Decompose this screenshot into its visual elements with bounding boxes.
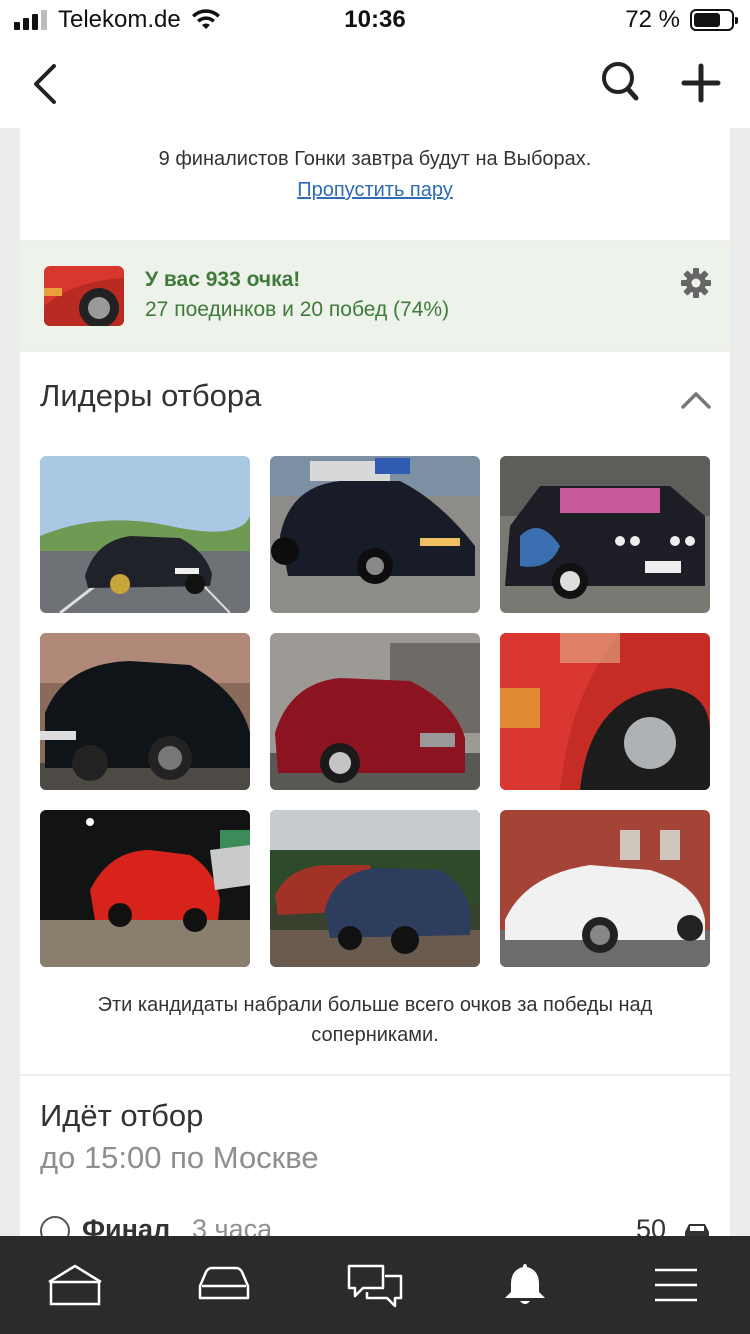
skip-pair-link[interactable]: Пропустить пару (297, 179, 453, 201)
search-button[interactable] (596, 58, 646, 108)
battery-icon (690, 9, 738, 31)
tab-menu[interactable] (645, 1262, 705, 1308)
collapse-button[interactable] (680, 388, 712, 412)
car-icon (198, 1266, 250, 1300)
leaders-title: Лидеры отбора (40, 378, 262, 413)
intro-text: 9 финалистов Гонки завтра будут на Выбор… (158, 148, 592, 170)
status-bar: Telekom.de 10:36 72 % (0, 0, 750, 40)
intro-card: 9 финалистов Гонки завтра будут на Выбор… (20, 128, 730, 240)
gear-icon (681, 268, 711, 298)
chevron-up-icon (681, 392, 711, 409)
leaders-card: Лидеры отбора Эти кандидаты набрали боль… (20, 352, 730, 1074)
score-card: У вас 933 очка! 27 поединков и 20 побед … (20, 241, 730, 351)
leader-car-6[interactable] (500, 633, 710, 790)
add-button[interactable] (676, 58, 726, 108)
chevron-left-icon (34, 64, 56, 104)
leader-car-2[interactable] (270, 456, 480, 613)
tab-garage[interactable] (194, 1262, 254, 1308)
leader-car-1[interactable] (40, 456, 250, 613)
score-title: У вас 933 очка! (145, 268, 301, 291)
tab-home[interactable] (45, 1262, 105, 1308)
chat-icon (347, 1264, 403, 1308)
score-subtitle: 27 поединков и 20 побед (74%) (145, 298, 450, 321)
settings-button[interactable] (680, 267, 712, 299)
menu-icon (655, 1268, 697, 1302)
status-right: 72 % (625, 6, 738, 34)
leader-car-4[interactable] (40, 633, 250, 790)
leaders-note: Эти кандидаты набрали больше всего очков… (97, 994, 653, 1046)
voting-deadline: до 15:00 по Москве (40, 1140, 319, 1175)
leader-car-7[interactable] (40, 810, 250, 967)
tab-notifications[interactable] (495, 1262, 555, 1308)
nav-bar (0, 40, 750, 128)
back-button[interactable] (22, 58, 70, 110)
leader-car-3[interactable] (500, 456, 710, 613)
leader-car-9[interactable] (500, 810, 710, 967)
leader-car-8[interactable] (270, 810, 480, 967)
bell-icon (505, 1264, 545, 1304)
voting-title: Идёт отбор (40, 1098, 204, 1133)
tab-bar (0, 1236, 750, 1334)
leader-car-5[interactable] (270, 633, 480, 790)
battery-percent: 72 % (625, 6, 680, 33)
my-car-thumbnail[interactable] (44, 266, 124, 326)
tab-messages[interactable] (345, 1262, 405, 1308)
search-icon (602, 62, 639, 101)
plus-icon (681, 63, 721, 103)
home-icon (48, 1264, 102, 1306)
